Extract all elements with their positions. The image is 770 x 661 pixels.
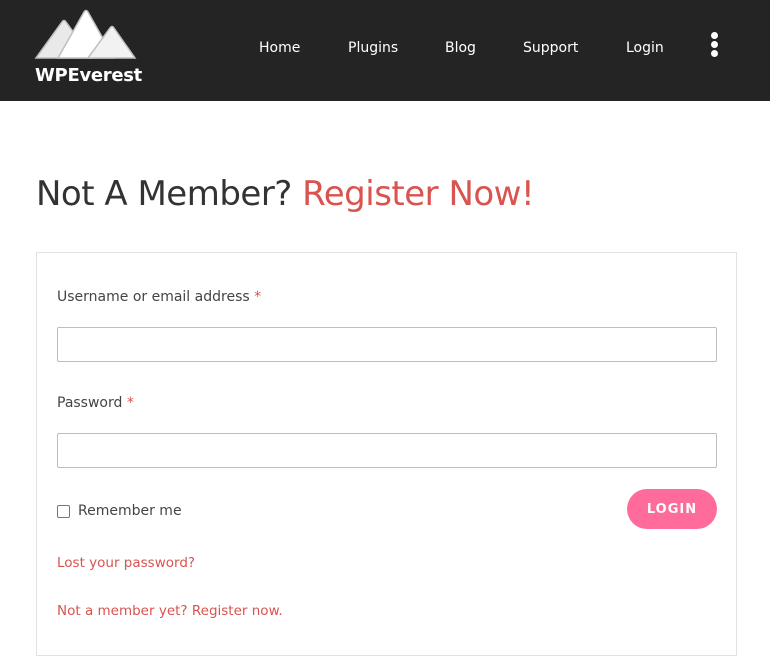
login-button[interactable]: LOGIN: [627, 489, 717, 529]
register-link[interactable]: Not a member yet? Register now.: [57, 603, 283, 619]
page-title-accent: Register Now!: [302, 174, 535, 214]
remember-me-label[interactable]: Remember me: [78, 503, 182, 519]
kebab-menu-icon[interactable]: [708, 30, 722, 60]
nav-blog[interactable]: Blog: [445, 40, 476, 56]
password-label-text: Password: [57, 395, 123, 411]
nav-home[interactable]: Home: [259, 40, 300, 56]
username-label-text: Username or email address: [57, 289, 250, 305]
page-title-prefix: Not A Member?: [36, 174, 292, 214]
lost-password-link[interactable]: Lost your password?: [57, 555, 195, 571]
nav-login[interactable]: Login: [626, 40, 664, 56]
site-header: WPEverest Home Plugins Blog Support Logi…: [0, 0, 770, 101]
password-label: Password *: [57, 395, 134, 411]
username-label: Username or email address *: [57, 289, 261, 305]
password-input[interactable]: [57, 433, 717, 468]
required-mark: *: [126, 395, 134, 411]
remember-me-checkbox[interactable]: [57, 504, 70, 518]
nav-plugins[interactable]: Plugins: [348, 40, 398, 56]
mountains-logo-icon: [34, 9, 137, 59]
login-form: Username or email address * Password * R…: [36, 252, 737, 656]
brand-logo[interactable]: WPEverest: [34, 8, 142, 88]
username-input[interactable]: [57, 327, 717, 362]
nav-support[interactable]: Support: [523, 40, 578, 56]
remember-me[interactable]: Remember me: [57, 503, 182, 519]
page-title: Not A Member? Register Now!: [36, 174, 535, 214]
required-mark: *: [254, 289, 262, 305]
brand-name: WPEverest: [35, 65, 142, 86]
